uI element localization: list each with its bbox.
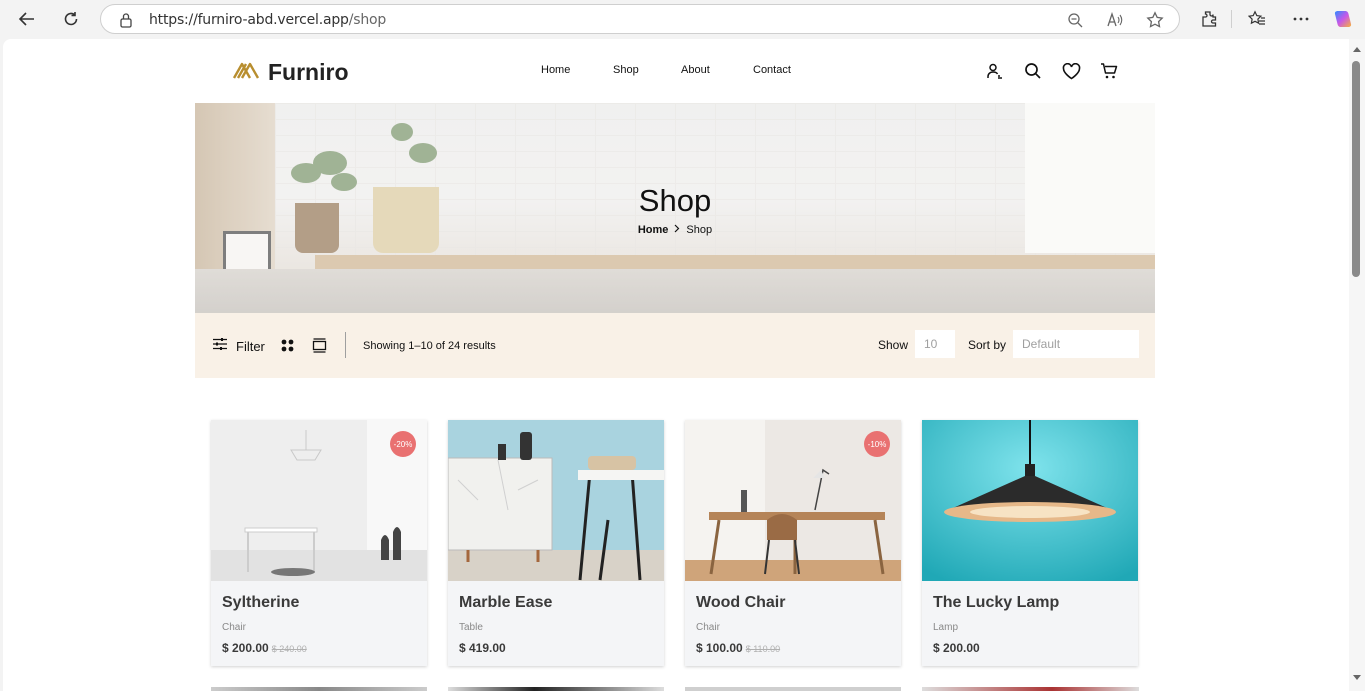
page-title: Shop [638,183,712,218]
breadcrumb: Home Shop [195,224,1155,236]
product-old-price: $ 240.00 [271,644,307,654]
product-price-row: $ 200.00 $ 240.00 [222,641,307,655]
brand-name: Furniro [268,59,349,85]
browser-toolbar: https://furniro-abd.vercel.app/shop [0,0,1365,38]
product-name[interactable]: Syltherine [222,594,299,612]
product-old-price: $ 110.00 [745,644,781,654]
brand-logo[interactable]: Furniro [232,59,349,86]
product-price-row: $ 200.00 [933,641,980,655]
more-menu-icon[interactable] [1288,6,1314,32]
discount-badge: -20% [390,431,416,457]
nav-contact[interactable]: Contact [753,64,791,76]
lock-icon[interactable] [119,12,133,33]
next-product-card-edge [922,687,1139,691]
refresh-icon[interactable] [58,6,84,32]
results-count: Showing 1–10 of 24 results [363,340,496,352]
product-price-row: $ 419.00 [459,641,506,655]
next-product-card-edge [448,687,664,691]
nav-about[interactable]: About [681,64,710,76]
page-viewport: Furniro Home Shop About Contact Shop Hom… [3,39,1349,691]
nav-shop[interactable]: Shop [613,64,639,76]
favorites-icon[interactable] [1244,6,1270,32]
filter-divider [345,332,346,358]
filter-label: Filter [236,339,265,354]
product-name[interactable]: Wood Chair [696,594,785,612]
product-card[interactable]: -10% Wood Chair Chair $ 100.00 $ 110.00 [685,420,901,666]
next-product-card-edge [211,687,427,691]
product-category: Chair [222,622,246,633]
favorite-star-icon[interactable] [1145,10,1165,30]
url-path: /shop [348,12,387,28]
show-label: Show [878,338,909,352]
url-text[interactable]: https://furniro-abd.vercel.app/shop [149,12,386,28]
account-icon[interactable] [984,61,1004,81]
nav-home[interactable]: Home [541,64,570,76]
product-image[interactable] [922,420,1138,581]
product-price: $ 200.00 [222,641,269,655]
product-image[interactable] [448,420,664,581]
product-card[interactable]: -20% Syltherine Chair $ 200.00 $ 240.00 [211,420,427,666]
product-category: Table [459,622,483,633]
cart-icon[interactable] [1099,61,1119,81]
search-icon[interactable] [1023,61,1043,81]
breadcrumb-current: Shop [686,224,713,236]
zoom-out-icon[interactable] [1065,10,1085,30]
product-name[interactable]: Marble Ease [459,594,552,612]
chevron-right-icon [674,224,680,236]
address-bar[interactable]: https://furniro-abd.vercel.app/shop [100,4,1180,34]
back-icon[interactable] [14,6,40,32]
read-aloud-icon[interactable] [1105,10,1125,30]
product-category: Lamp [933,622,959,633]
product-price: $ 419.00 [459,641,506,655]
next-product-card-edge [685,687,901,691]
list-view-icon[interactable] [312,338,327,358]
copilot-icon[interactable] [1330,6,1356,32]
heart-icon[interactable] [1061,61,1081,81]
toolbar-divider [1231,10,1232,28]
scroll-up-arrow-icon[interactable] [1353,47,1361,52]
product-price: $ 200.00 [933,641,980,655]
extensions-icon[interactable] [1196,6,1222,32]
sort-label: Sort by [968,338,1007,352]
product-name[interactable]: The Lucky Lamp [933,594,1059,612]
shop-banner: Shop Home Shop [195,103,1155,313]
product-category: Chair [696,622,720,633]
filter-bar: Filter Showing 1–10 of 24 results Show 1… [195,313,1155,378]
product-price: $ 100.00 [696,641,743,655]
scrollbar-thumb[interactable] [1352,61,1360,277]
sort-select[interactable]: Default [1013,330,1139,358]
grid-view-icon[interactable] [281,339,294,357]
product-card[interactable]: The Lucky Lamp Lamp $ 200.00 [922,420,1138,666]
breadcrumb-home[interactable]: Home [638,224,669,236]
show-count-input[interactable]: 10 [915,330,955,358]
sliders-icon [212,337,228,356]
logo-icon [232,60,262,85]
product-card[interactable]: Marble Ease Table $ 419.00 [448,420,664,666]
discount-badge: -10% [864,431,890,457]
product-price-row: $ 100.00 $ 110.00 [696,641,780,655]
page-scrollbar[interactable] [1349,39,1365,691]
scroll-down-arrow-icon[interactable] [1353,675,1361,680]
filter-button[interactable]: Filter [212,337,265,356]
url-host: https://furniro-abd.vercel.app [149,12,349,28]
